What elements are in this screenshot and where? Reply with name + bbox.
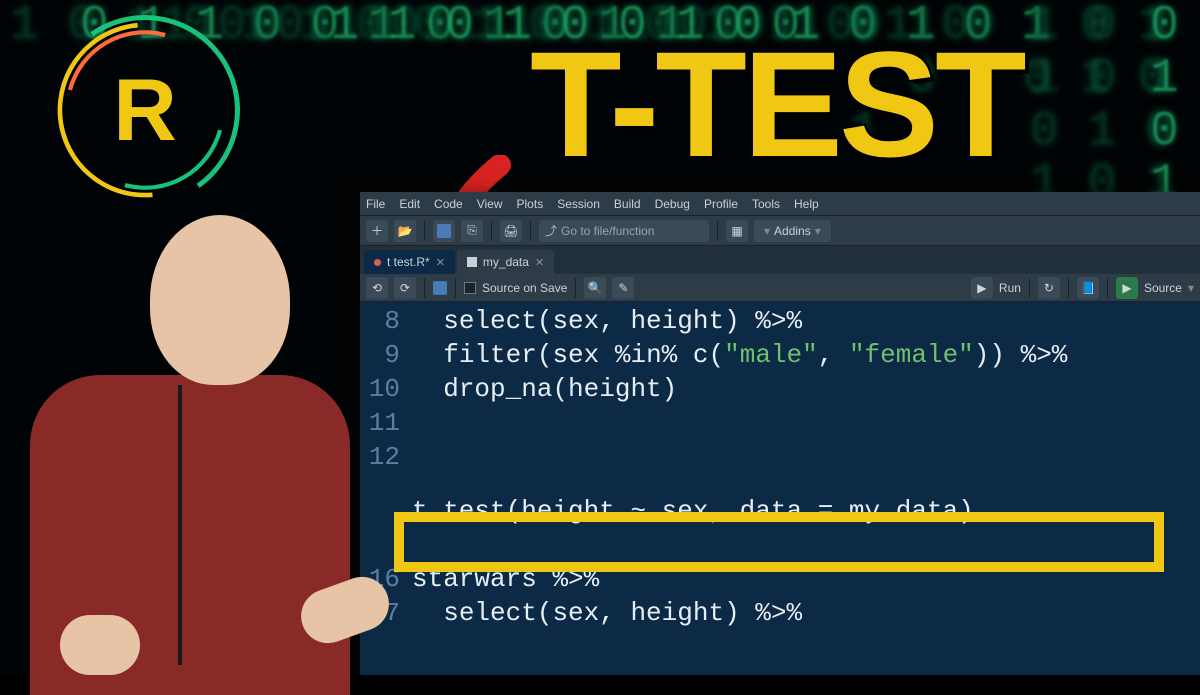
- menu-profile[interactable]: Profile: [704, 197, 738, 211]
- logo-letter: R: [50, 15, 240, 205]
- save-all-icon[interactable]: ⎘: [461, 220, 483, 242]
- rstudio-window: File Edit Code View Plots Session Build …: [360, 192, 1200, 675]
- source-on-save-label: Source on Save: [482, 281, 567, 295]
- notebook-icon[interactable]: 📘: [1077, 277, 1099, 299]
- save-icon[interactable]: [433, 281, 447, 295]
- menu-session[interactable]: Session: [557, 197, 600, 211]
- tab-script[interactable]: t test.R* ✕: [364, 250, 455, 274]
- close-icon[interactable]: ✕: [436, 256, 445, 269]
- run-button[interactable]: Run: [999, 281, 1021, 295]
- title-text: T-TEST: [530, 18, 1023, 191]
- table-icon: [467, 257, 477, 267]
- menu-help[interactable]: Help: [794, 197, 819, 211]
- menu-code[interactable]: Code: [434, 197, 463, 211]
- find-icon[interactable]: 🔍: [584, 277, 606, 299]
- close-icon[interactable]: ✕: [535, 256, 544, 269]
- back-icon[interactable]: ⟲: [366, 277, 388, 299]
- editor-toolbar: ⟲ ⟳ Source on Save 🔍 ✎ ▶ Run ↻ 📘 ▶ Sourc…: [360, 274, 1200, 302]
- code-editor[interactable]: 8 select(sex, height) %>% 9 filter(sex %…: [360, 302, 1200, 632]
- print-icon[interactable]: 🖨: [500, 220, 522, 242]
- menu-tools[interactable]: Tools: [752, 197, 780, 211]
- source-on-save-checkbox[interactable]: [464, 282, 476, 294]
- wand-icon[interactable]: ✎: [612, 277, 634, 299]
- source-button[interactable]: Source: [1144, 281, 1182, 295]
- grid-icon[interactable]: ▦: [726, 220, 748, 242]
- menu-view[interactable]: View: [477, 197, 503, 211]
- tab-bar: t test.R* ✕ my_data ✕: [360, 246, 1200, 274]
- menubar: File Edit Code View Plots Session Build …: [360, 192, 1200, 216]
- r-logo: R: [50, 15, 240, 205]
- menu-plots[interactable]: Plots: [517, 197, 544, 211]
- source-icon[interactable]: ▶: [1116, 277, 1138, 299]
- menu-debug[interactable]: Debug: [655, 197, 690, 211]
- addins-button[interactable]: ▾ Addins ▾: [754, 220, 831, 242]
- main-toolbar: ＋ 📂 ⎘ 🖨 Go to file/function ▦ ▾ Addins ▾: [360, 216, 1200, 246]
- new-file-icon[interactable]: ＋: [366, 220, 388, 242]
- save-icon[interactable]: [433, 220, 455, 242]
- menu-file[interactable]: File: [366, 197, 385, 211]
- menu-build[interactable]: Build: [614, 197, 641, 211]
- open-file-icon[interactable]: 📂: [394, 220, 416, 242]
- rerun-icon[interactable]: ↻: [1038, 277, 1060, 299]
- menu-edit[interactable]: Edit: [399, 197, 420, 211]
- goto-file-input[interactable]: Go to file/function: [539, 220, 709, 242]
- run-icon[interactable]: ▶: [971, 277, 993, 299]
- unsaved-dot-icon: [374, 259, 381, 266]
- forward-icon[interactable]: ⟳: [394, 277, 416, 299]
- tab-data[interactable]: my_data ✕: [457, 250, 554, 274]
